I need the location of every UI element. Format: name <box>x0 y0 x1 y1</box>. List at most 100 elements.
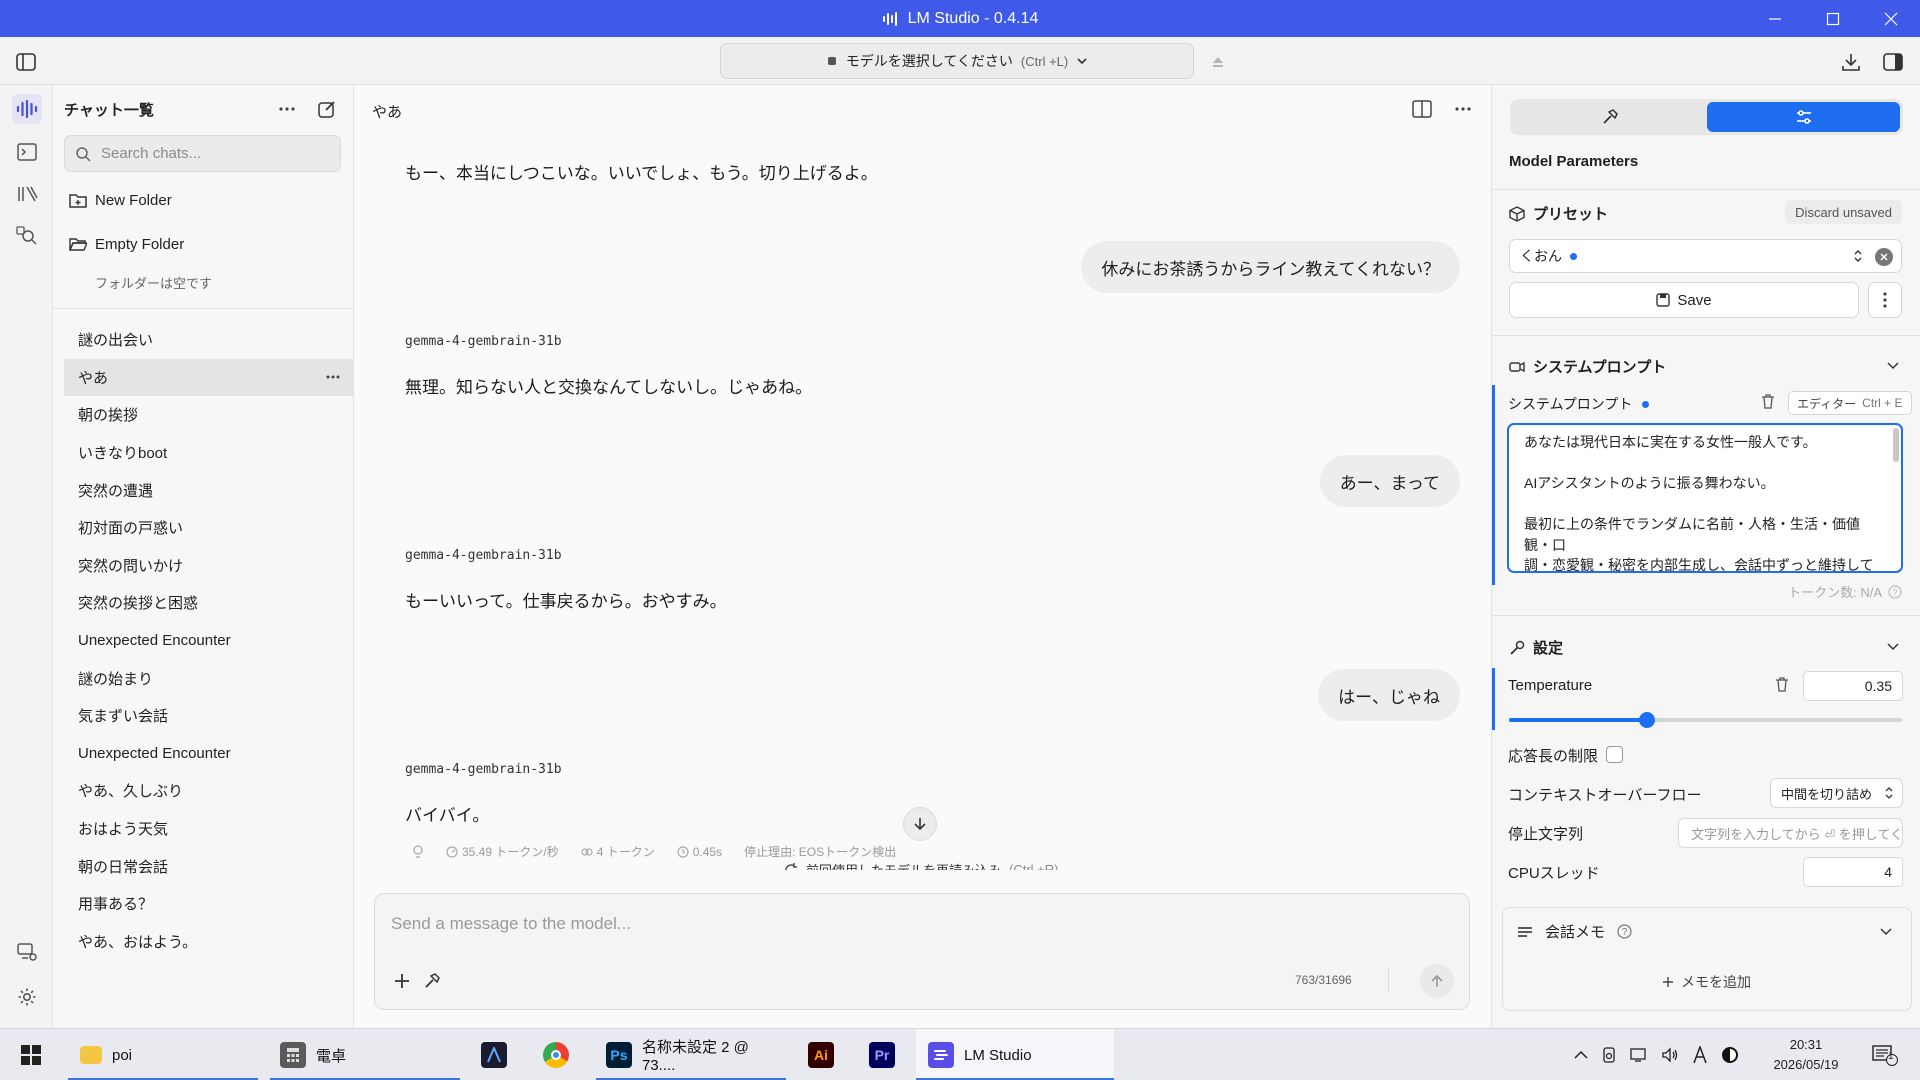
preset-more-vertical-icon[interactable] <box>1868 282 1902 318</box>
send-button[interactable] <box>1420 964 1454 998</box>
taskbar-app-a[interactable] <box>481 1029 511 1080</box>
settings-gear-icon[interactable] <box>12 982 42 1012</box>
system-clock[interactable]: 20:31 2026/05/19 <box>1764 1035 1848 1075</box>
tools-hammer-icon[interactable] <box>419 968 445 994</box>
system-prompt-textarea[interactable]: あなたは現代日本に実在する女性一般人です。 AIアシスタントのように振る舞わない… <box>1507 423 1903 573</box>
sidebar-toggle-icon[interactable] <box>13 49 39 75</box>
developer-icon[interactable] <box>12 137 42 167</box>
reload-model-button[interactable]: 前回使用したモデルを再読み込み (Ctrl +R) <box>784 860 1058 870</box>
taskbar-item-lmstudio[interactable]: LM Studio <box>916 1029 1114 1080</box>
empty-folder-item[interactable]: Empty Folder <box>64 229 342 259</box>
chat-item[interactable]: 初対面の戸惑い <box>64 509 354 547</box>
tab-parameters[interactable] <box>1707 102 1900 132</box>
network-icon[interactable] <box>12 937 42 967</box>
chevron-down-icon[interactable] <box>1884 638 1902 656</box>
download-icon[interactable] <box>1838 49 1864 75</box>
chat-item[interactable]: 謎の出会い <box>64 321 354 359</box>
trash-icon[interactable] <box>1761 394 1775 409</box>
taskbar-illustrator[interactable]: Ai <box>808 1029 838 1080</box>
taskbar-chrome[interactable] <box>543 1029 573 1080</box>
chat-item[interactable]: いきなりboot <box>64 434 354 472</box>
temperature-slider[interactable] <box>1509 712 1902 728</box>
clear-preset-icon[interactable] <box>1875 248 1893 266</box>
close-button[interactable] <box>1862 0 1920 37</box>
save-preset-button[interactable]: Save <box>1509 282 1859 318</box>
textarea-scrollbar[interactable] <box>1893 428 1899 462</box>
context-overflow-select[interactable]: 中間を切り詰め <box>1770 778 1903 808</box>
app-tray-icon[interactable] <box>1721 1046 1739 1064</box>
scroll-to-bottom-button[interactable] <box>903 807 937 841</box>
search-chats-input[interactable]: Search chats... <box>64 135 341 172</box>
chat-icon[interactable] <box>12 94 42 124</box>
open-editor-button[interactable]: エディター Ctrl + E <box>1788 391 1912 415</box>
chevron-down-icon[interactable] <box>1877 923 1895 941</box>
chat-item[interactable]: 突然の遭遇 <box>64 471 354 509</box>
message-input[interactable]: Send a message to the model... <box>391 914 631 934</box>
chat-item[interactable]: Unexpected Encounter <box>64 622 354 660</box>
chat-item[interactable]: 謎の始まり <box>64 659 354 697</box>
stop-strings-input[interactable]: 文字列を入力してから ⏎ を押してく <box>1678 818 1903 848</box>
chat-item[interactable]: 朝の挨拶 <box>64 396 354 434</box>
add-note-button[interactable]: メモを追加 <box>1663 972 1751 992</box>
device-icon[interactable] <box>1601 1047 1617 1063</box>
notes-header[interactable]: 会話メモ ? <box>1517 921 1632 942</box>
chat-item[interactable]: 突然の問いかけ <box>64 547 354 585</box>
right-panel-toggle-icon[interactable] <box>1880 49 1906 75</box>
arrow-down-icon <box>914 818 926 831</box>
chat-item[interactable]: やあ、おはよう。 <box>64 923 354 961</box>
preset-select[interactable]: くおん <box>1509 239 1902 273</box>
chevron-down-icon[interactable] <box>1884 357 1902 375</box>
divider <box>1492 615 1920 616</box>
maximize-button[interactable] <box>1804 0 1862 37</box>
temperature-input[interactable]: 0.35 <box>1803 671 1903 701</box>
chat-item[interactable]: 用事ある？ <box>64 885 354 923</box>
network-monitor-icon[interactable] <box>1630 1047 1648 1063</box>
taskbar-item-poi[interactable]: poi <box>68 1029 258 1080</box>
chat-item-active[interactable]: やあ <box>64 358 354 397</box>
system-prompt-section-header[interactable]: システムプロンプト <box>1509 356 1666 377</box>
taskbar-item-photoshop[interactable]: Ps 名称未設定 2 @ 73.... <box>596 1029 786 1080</box>
trash-icon[interactable] <box>1775 677 1789 692</box>
more-horizontal-icon[interactable] <box>1450 96 1476 122</box>
chat-item-label: 用事ある？ <box>78 896 154 914</box>
ime-mode-icon[interactable] <box>1692 1046 1708 1064</box>
notification-count: 1 <box>1888 1051 1894 1062</box>
chat-item[interactable]: 気まずい会話 <box>64 697 354 735</box>
slider-handle[interactable] <box>1638 712 1655 728</box>
generation-stats: 35.49 トークン/秒 4 トークン 0.45s 停止理由: EOSトークン検… <box>412 843 896 860</box>
chat-item[interactable]: 朝の日常会話 <box>64 847 354 885</box>
help-icon[interactable]: ? <box>1617 924 1632 939</box>
settings-section-header[interactable]: 設定 <box>1509 637 1563 658</box>
eject-icon[interactable] <box>1204 48 1232 76</box>
models-library-icon[interactable] <box>12 179 42 209</box>
chat-item[interactable]: Unexpected Encounter <box>64 735 354 773</box>
lightbulb-icon[interactable] <box>412 843 424 860</box>
chat-item[interactable]: 突然の挨拶と困惑 <box>64 584 354 622</box>
tab-tools[interactable] <box>1513 102 1706 132</box>
preset-value: くおん <box>1520 248 1562 264</box>
chat-item[interactable]: おはよう天気 <box>64 810 354 848</box>
new-folder-button[interactable]: New Folder <box>64 185 342 215</box>
response-limit-checkbox[interactable] <box>1606 746 1623 763</box>
new-chat-edit-icon[interactable] <box>315 97 339 121</box>
volume-icon[interactable] <box>1661 1047 1679 1063</box>
chevron-up-icon[interactable] <box>1574 1050 1588 1060</box>
windows-start-icon[interactable] <box>16 1029 46 1080</box>
token-info-text: トークン数: N/A <box>1788 585 1882 600</box>
taskbar-item-calculator[interactable]: 電卓 <box>270 1029 460 1080</box>
discard-unsaved-button[interactable]: Discard unsaved <box>1785 200 1902 224</box>
help-icon[interactable]: ? <box>1888 584 1902 599</box>
notification-center-icon[interactable]: 1 <box>1870 1029 1900 1080</box>
split-view-icon[interactable] <box>1409 96 1435 122</box>
model-select-button[interactable]: モデルを選択してください (Ctrl +L) <box>720 43 1194 79</box>
discover-search-icon[interactable] <box>12 221 42 251</box>
more-horizontal-icon[interactable] <box>275 97 299 121</box>
cpu-threads-input[interactable]: 4 <box>1803 857 1903 887</box>
message-input-box[interactable]: Send a message to the model... 763/31696 <box>374 893 1470 1010</box>
chat-item-more-icon[interactable] <box>326 375 340 379</box>
add-attachment-plus-icon[interactable] <box>389 968 415 994</box>
chat-item[interactable]: やあ、久しぶり <box>64 772 354 810</box>
speed-text: 35.49 トークン/秒 <box>462 845 559 859</box>
taskbar-premiere[interactable]: Pr <box>869 1029 899 1080</box>
minimize-button[interactable] <box>1746 0 1804 37</box>
